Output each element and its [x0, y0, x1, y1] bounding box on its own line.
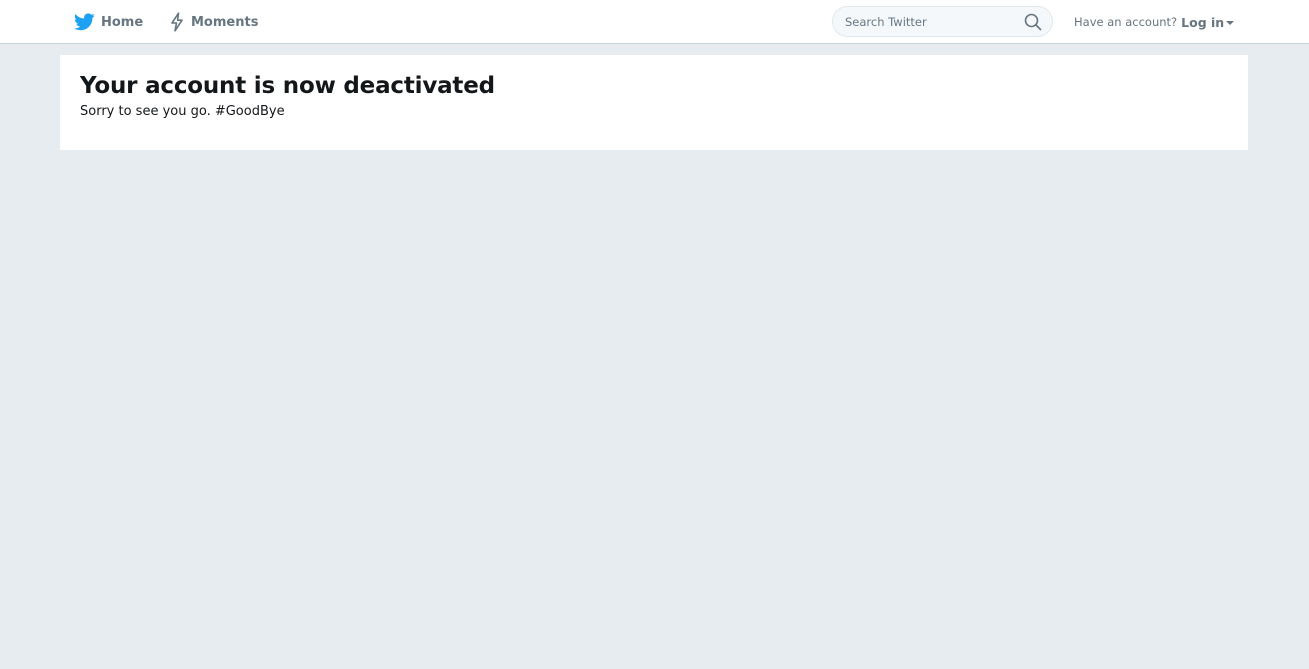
search-button[interactable]: [1024, 13, 1042, 31]
top-navigation-bar: Home Moments Have an account? Log in: [0, 0, 1309, 44]
lightning-bolt-icon: [171, 12, 183, 32]
nav-moments-label: Moments: [191, 14, 259, 30]
search-input[interactable]: [833, 7, 1013, 36]
account-prompt: Have an account?: [1074, 15, 1178, 29]
login-label: Log in: [1181, 14, 1225, 30]
login-dropdown-button[interactable]: Log in: [1181, 14, 1235, 30]
nav-home-label: Home: [101, 14, 144, 30]
caret-down-icon: [1226, 21, 1235, 25]
goodbye-message: Sorry to see you go. #GoodBye: [80, 104, 285, 119]
twitter-bird-icon: [74, 13, 95, 31]
search-box: [832, 6, 1053, 37]
nav-moments-link[interactable]: Moments: [169, 0, 258, 44]
deactivation-message-card: Your account is now deactivated Sorry to…: [60, 55, 1248, 150]
nav-home-link[interactable]: Home: [74, 0, 143, 44]
page-title: Your account is now deactivated: [80, 73, 495, 99]
account-area: Have an account? Log in: [1074, 0, 1235, 44]
search-icon: [1024, 13, 1042, 31]
